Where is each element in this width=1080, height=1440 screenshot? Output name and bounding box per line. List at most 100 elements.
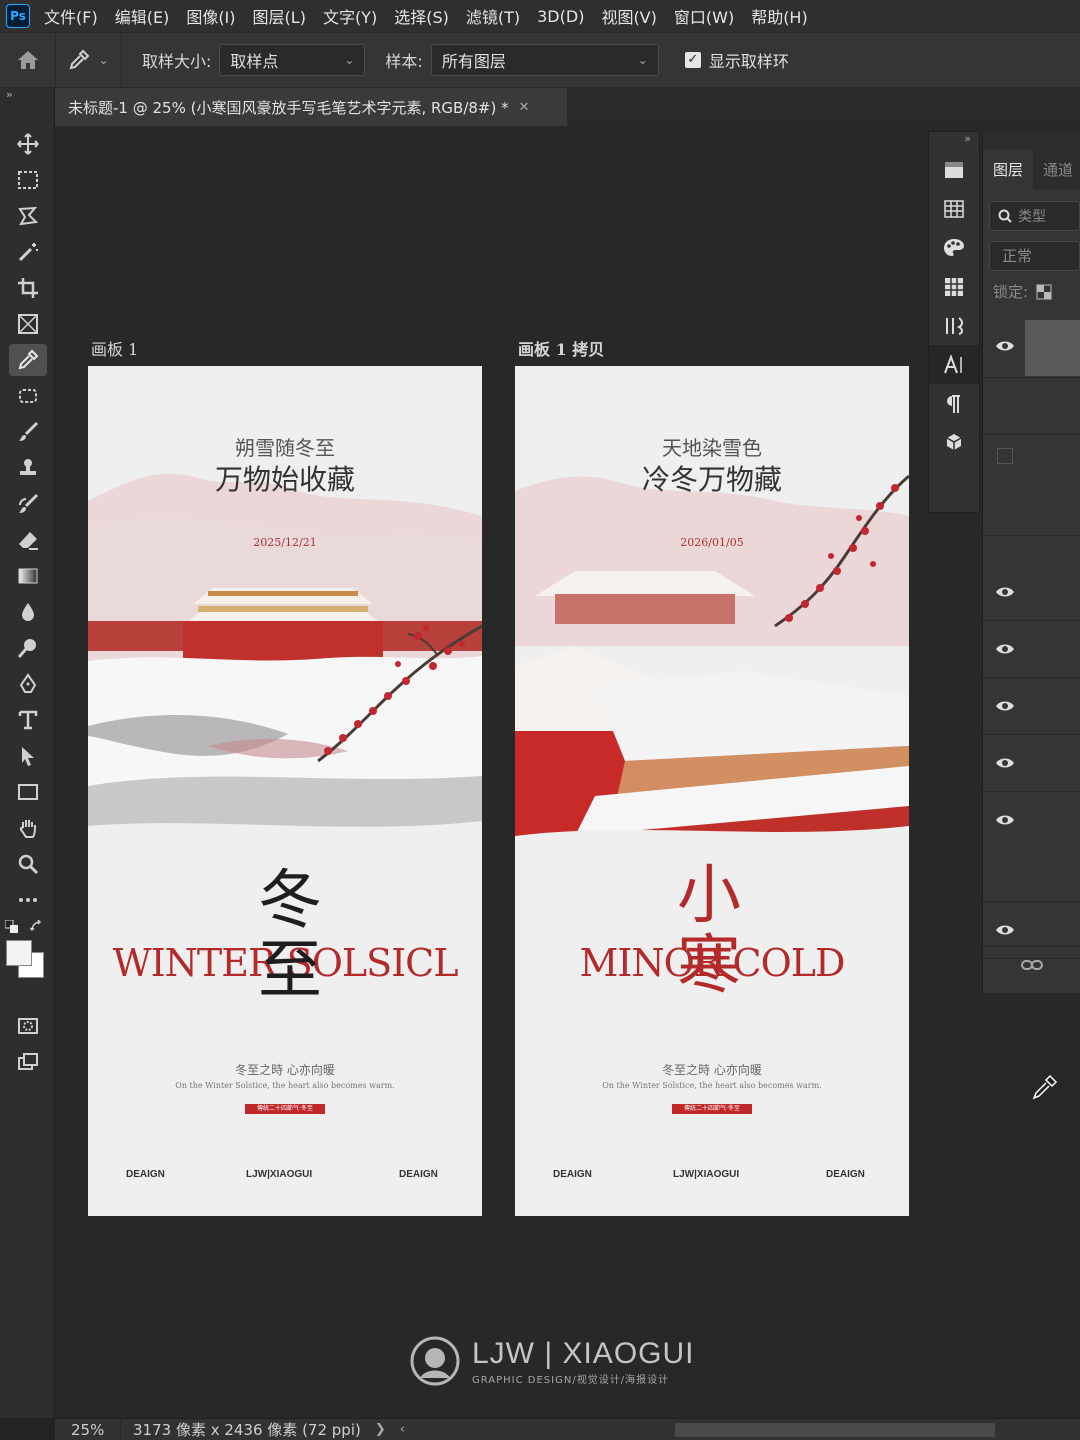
type-tool[interactable] [0, 702, 55, 738]
expand-panels-button[interactable]: » [929, 132, 979, 150]
eye-icon[interactable] [995, 696, 1015, 716]
home-button[interactable] [0, 33, 56, 87]
eye-icon[interactable] [995, 753, 1015, 773]
close-icon[interactable]: ✕ [519, 100, 530, 115]
magic-wand-tool[interactable] [0, 234, 55, 270]
marquee-tool[interactable] [0, 162, 55, 198]
checkbox-checked-icon[interactable]: ✓ [684, 52, 701, 68]
screen-mode-button[interactable] [0, 1044, 55, 1080]
poster-subtitle-cn: 冬至之時 心亦向暖 [235, 1063, 335, 1077]
artboard-winter-solstice[interactable]: 朔雪随冬至 万物始收藏 2025/12/21 WINTER SOLSICL 冬至… [88, 366, 482, 1216]
menu-filter[interactable]: 滤镜(T) [466, 4, 520, 28]
gradients-panel-button[interactable] [929, 267, 979, 306]
more-tools-button[interactable] [0, 882, 55, 918]
lasso-tool[interactable] [0, 198, 55, 234]
artboard-minor-cold[interactable]: 天地染雪色 冷冬万物藏 2026/01/05 MINOR COLD 小寒 冬至之… [515, 366, 909, 1216]
swap-colors-icon[interactable] [30, 920, 44, 934]
brand-logo-icon [410, 1336, 460, 1386]
layer-filter-search[interactable]: 类型 [989, 201, 1080, 231]
artboard-label[interactable]: 画板 1 拷贝 [518, 336, 604, 360]
patterns-panel-button[interactable] [929, 228, 979, 267]
status-menu-arrow-icon[interactable]: ❯ [375, 1422, 386, 1437]
zoom-level[interactable]: 25% [55, 1419, 121, 1440]
menu-select[interactable]: 选择(S) [394, 4, 449, 28]
stamp-tool[interactable] [0, 450, 55, 486]
sample-size-select[interactable]: 取样点 ⌄ [219, 44, 366, 76]
menu-image[interactable]: 图像(I) [186, 4, 235, 28]
horizontal-scrollbar[interactable] [675, 1423, 995, 1437]
lock-transparent-pixels-icon[interactable] [1036, 284, 1052, 300]
layer-row[interactable] [983, 318, 1080, 378]
menu-window[interactable]: 窗口(W) [674, 4, 734, 28]
zoom-tool[interactable] [0, 846, 55, 882]
3d-panel-button[interactable] [929, 423, 979, 462]
layer-row[interactable] [983, 426, 1080, 536]
menu-edit[interactable]: 编辑(E) [115, 4, 170, 28]
visibility-off-box[interactable] [997, 448, 1013, 464]
lock-controls: 锁定: [993, 281, 1080, 302]
layer-row[interactable] [983, 621, 1080, 678]
tool-preset-picker[interactable]: ⌄ [56, 33, 122, 87]
eraser-tool[interactable] [0, 522, 55, 558]
more-icon [18, 898, 37, 902]
menu-3d[interactable]: 3D(D) [537, 7, 584, 26]
menu-view[interactable]: 视图(V) [601, 4, 656, 28]
layer-row[interactable] [983, 792, 1080, 902]
artboard-label[interactable]: 画板 1 [91, 336, 138, 360]
hand-tool[interactable] [0, 810, 55, 846]
eye-icon[interactable] [995, 639, 1015, 659]
type-icon [18, 710, 37, 730]
layer-row[interactable] [983, 678, 1080, 735]
tab-layers[interactable]: 图层 [983, 149, 1034, 189]
eye-icon[interactable] [995, 810, 1015, 830]
foreground-color-swatch[interactable] [6, 940, 32, 966]
pen-tool[interactable] [0, 666, 55, 702]
eye-icon[interactable] [995, 582, 1015, 602]
scroll-left-icon[interactable]: ‹ [400, 1422, 405, 1437]
menu-type[interactable]: 文字(Y) [323, 4, 377, 28]
canvas-area[interactable]: 画板 1 朔雪随冬至 万物始收藏 2025/12/21 WINTER SOLSI… [55, 126, 1080, 1418]
move-tool[interactable] [0, 126, 55, 162]
default-colors-icon[interactable] [5, 920, 19, 934]
eyedropper-tool[interactable] [0, 342, 55, 378]
sample-select[interactable]: 所有图层 ⌄ [430, 44, 659, 76]
link-layers-icon[interactable] [1021, 958, 1043, 972]
blur-tool[interactable] [0, 594, 55, 630]
patch-tool[interactable] [0, 378, 55, 414]
chevron-down-icon: ⌄ [98, 53, 109, 67]
poster-footer-center: LJW|XIAOGUI [673, 1169, 740, 1180]
menu-help[interactable]: 帮助(H) [751, 4, 808, 28]
eye-icon[interactable] [995, 920, 1015, 940]
document-info[interactable]: 3173 像素 x 2436 像素 (72 ppi) [121, 1419, 361, 1440]
eye-icon[interactable] [995, 336, 1015, 356]
layer-row[interactable] [983, 735, 1080, 792]
color-panel-button[interactable] [929, 150, 979, 189]
swatches-panel-button[interactable] [929, 189, 979, 228]
menu-layer[interactable]: 图层(L) [253, 4, 306, 28]
collapse-toolbar-button[interactable]: » [0, 88, 54, 106]
blend-mode-select[interactable]: 正常 [989, 241, 1080, 271]
poster-subtitle-en: On the Winter Solstice, the heart also b… [175, 1081, 395, 1090]
poster-date: 2025/12/21 [253, 536, 317, 549]
dodge-tool[interactable] [0, 630, 55, 666]
crop-tool[interactable] [0, 270, 55, 306]
gradient-tool[interactable] [0, 558, 55, 594]
layer-row[interactable] [983, 564, 1080, 621]
properties-panel-button[interactable] [929, 306, 979, 345]
document-tab[interactable]: 未标题-1 @ 25% (小寒国风豪放手写毛笔艺术字元素, RGB/8#) * … [55, 88, 567, 126]
path-selection-tool[interactable] [0, 738, 55, 774]
watermark-title: LJW | XIAOGUI [472, 1336, 695, 1370]
character-panel-button[interactable] [929, 345, 979, 384]
paragraph-panel-button[interactable] [929, 384, 979, 423]
rectangle-tool[interactable] [0, 774, 55, 810]
poster-footer-right: DEAIGN [826, 1169, 865, 1180]
menu-file[interactable]: 文件(F) [44, 4, 98, 28]
layers-panel-footer [983, 946, 1080, 982]
brush-tool[interactable] [0, 414, 55, 450]
history-brush-tool[interactable] [0, 486, 55, 522]
tab-channels[interactable]: 通道 [1033, 149, 1080, 189]
color-swatches[interactable] [0, 918, 54, 1008]
frame-tool[interactable] [0, 306, 55, 342]
show-sampling-ring-toggle[interactable]: ✓ 显示取样环 [684, 48, 789, 72]
quick-mask-button[interactable] [0, 1008, 55, 1044]
